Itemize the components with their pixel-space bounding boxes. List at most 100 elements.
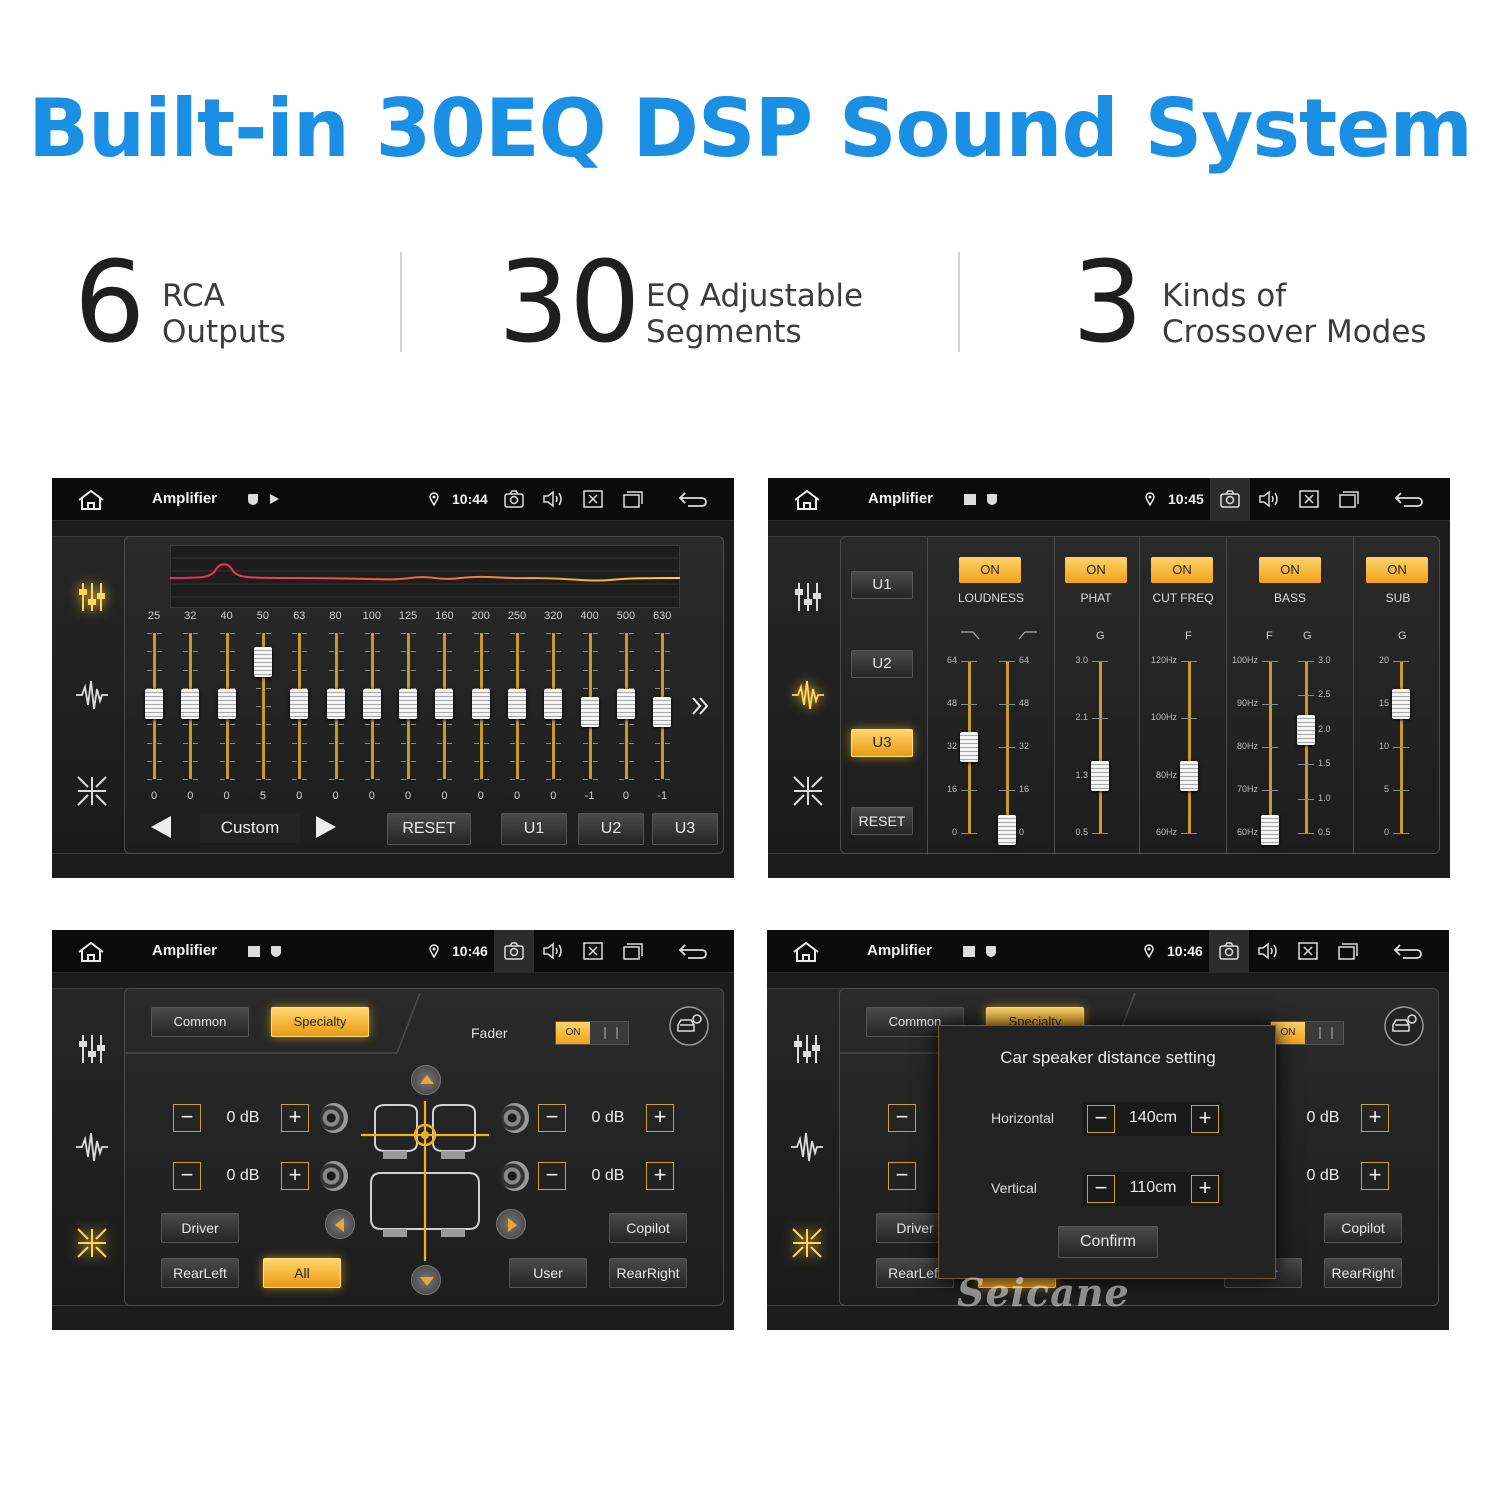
fl-minus-button[interactable]: − (888, 1104, 916, 1132)
user-u1-button[interactable]: U1 (851, 571, 913, 599)
back-icon[interactable] (1393, 941, 1423, 961)
rl-plus-button[interactable]: + (281, 1162, 309, 1190)
close-app-icon[interactable] (582, 489, 604, 509)
close-app-icon[interactable] (582, 941, 604, 961)
crossover-slider-knob[interactable] (1180, 761, 1198, 792)
eq-slider-knob[interactable] (399, 689, 418, 719)
fr-plus-button[interactable]: + (646, 1104, 674, 1132)
close-app-icon[interactable] (1298, 489, 1320, 509)
position-all-button[interactable]: All (263, 1258, 341, 1288)
camera-icon[interactable] (1219, 489, 1241, 509)
crossover-slider-knob[interactable] (1261, 814, 1279, 845)
equalizer-icon[interactable] (790, 579, 826, 615)
eq-slider-knob[interactable] (145, 689, 163, 719)
crossover-slider-knob[interactable] (1392, 689, 1410, 719)
eq-slider-knob[interactable] (653, 697, 672, 728)
close-app-icon[interactable] (1297, 941, 1319, 961)
home-icon[interactable] (76, 488, 106, 512)
eq-slider-knob[interactable] (471, 689, 490, 719)
rr-minus-button[interactable]: − (538, 1162, 566, 1190)
confirm-button[interactable]: Confirm (1058, 1226, 1158, 1258)
eq-slider-knob[interactable] (253, 647, 272, 677)
fader-down-button[interactable] (411, 1265, 441, 1295)
recent-apps-icon[interactable] (622, 941, 644, 961)
tab-specialty[interactable]: Specialty (271, 1007, 369, 1037)
balance-icon[interactable] (74, 1225, 110, 1261)
vertical-minus-button[interactable]: − (1087, 1175, 1115, 1203)
crossover-slider-knob[interactable] (998, 814, 1016, 845)
eq-slider-knob[interactable] (544, 689, 563, 719)
balance-right-button[interactable] (496, 1209, 526, 1239)
balance-icon[interactable] (789, 1225, 825, 1261)
balance-icon[interactable] (790, 773, 826, 809)
tab-common[interactable]: Common (151, 1007, 249, 1037)
loudness-on-button[interactable]: ON (959, 557, 1021, 583)
eq-slider-knob[interactable] (435, 689, 454, 719)
eq-slider-knob[interactable] (508, 689, 526, 719)
next-page-icon[interactable] (689, 695, 711, 717)
fader-up-button[interactable] (411, 1065, 441, 1095)
user-u3-button[interactable]: U3 (851, 729, 913, 757)
bass-on-button[interactable]: ON (1259, 557, 1321, 583)
cutfreq-on-button[interactable]: ON (1151, 557, 1213, 583)
back-icon[interactable] (678, 489, 708, 509)
eq-slider-knob[interactable] (362, 689, 381, 719)
horizontal-minus-button[interactable]: − (1087, 1105, 1115, 1133)
crossover-slider-knob[interactable] (960, 732, 978, 762)
eq-slider-knob[interactable] (616, 689, 635, 719)
crossover-slider-track[interactable] (1305, 661, 1308, 833)
position-driver-button[interactable]: Driver (161, 1213, 239, 1243)
balance-left-button[interactable] (325, 1209, 355, 1239)
fl-plus-button[interactable]: + (281, 1104, 309, 1132)
position-rearright-button[interactable]: RearRight (609, 1258, 687, 1288)
position-rearleft-button[interactable]: RearLeft (161, 1258, 239, 1288)
fr-minus-button[interactable]: − (538, 1104, 566, 1132)
home-icon[interactable] (791, 940, 821, 964)
car-settings-icon[interactable] (1383, 1005, 1425, 1047)
rl-minus-button[interactable]: − (173, 1162, 201, 1190)
recent-apps-icon[interactable] (1337, 941, 1359, 961)
back-icon[interactable] (1394, 489, 1424, 509)
fl-minus-button[interactable]: − (173, 1104, 201, 1132)
crossover-slider-track[interactable] (1099, 661, 1102, 833)
equalizer-icon[interactable] (74, 579, 110, 615)
volume-icon[interactable] (542, 941, 564, 961)
rr-plus-button[interactable]: + (646, 1162, 674, 1190)
rl-minus-button[interactable]: − (888, 1162, 916, 1190)
preset-next-icon[interactable] (316, 816, 336, 838)
eq-slider-knob[interactable] (217, 689, 236, 719)
eq-slider-knob[interactable] (580, 697, 599, 728)
fr-plus-button[interactable]: + (1361, 1104, 1389, 1132)
sound-wave-icon[interactable] (74, 677, 110, 713)
recent-apps-icon[interactable] (622, 489, 644, 509)
home-icon[interactable] (76, 940, 106, 964)
sub-on-button[interactable]: ON (1366, 557, 1428, 583)
fader-toggle[interactable]: ON (555, 1021, 629, 1045)
camera-icon[interactable] (1218, 941, 1240, 961)
volume-icon[interactable] (1257, 941, 1279, 961)
position-copilot-button[interactable]: Copilot (1324, 1213, 1402, 1243)
position-copilot-button[interactable]: Copilot (609, 1213, 687, 1243)
balance-icon[interactable] (74, 773, 110, 809)
phat-on-button[interactable]: ON (1065, 557, 1127, 583)
rr-plus-button[interactable]: + (1361, 1162, 1389, 1190)
crossover-slider-knob[interactable] (1297, 714, 1315, 745)
preset-u2-button[interactable]: U2 (578, 813, 644, 845)
vertical-plus-button[interactable]: + (1191, 1175, 1219, 1203)
volume-icon[interactable] (542, 489, 564, 509)
sound-wave-icon[interactable] (74, 1129, 110, 1165)
eq-slider-knob[interactable] (181, 689, 200, 719)
eq-slider-knob[interactable] (290, 689, 309, 719)
horizontal-plus-button[interactable]: + (1191, 1105, 1219, 1133)
home-icon[interactable] (792, 488, 822, 512)
equalizer-icon[interactable] (74, 1031, 110, 1067)
camera-icon[interactable] (503, 489, 525, 509)
back-icon[interactable] (678, 941, 708, 961)
car-settings-icon[interactable] (668, 1005, 710, 1047)
camera-icon[interactable] (503, 941, 525, 961)
preset-prev-icon[interactable] (151, 816, 171, 838)
fader-toggle[interactable]: ON (1270, 1021, 1344, 1045)
position-rearright-button[interactable]: RearRight (1324, 1258, 1402, 1288)
position-user-button[interactable]: User (509, 1258, 587, 1288)
crossover-slider-knob[interactable] (1091, 761, 1109, 792)
